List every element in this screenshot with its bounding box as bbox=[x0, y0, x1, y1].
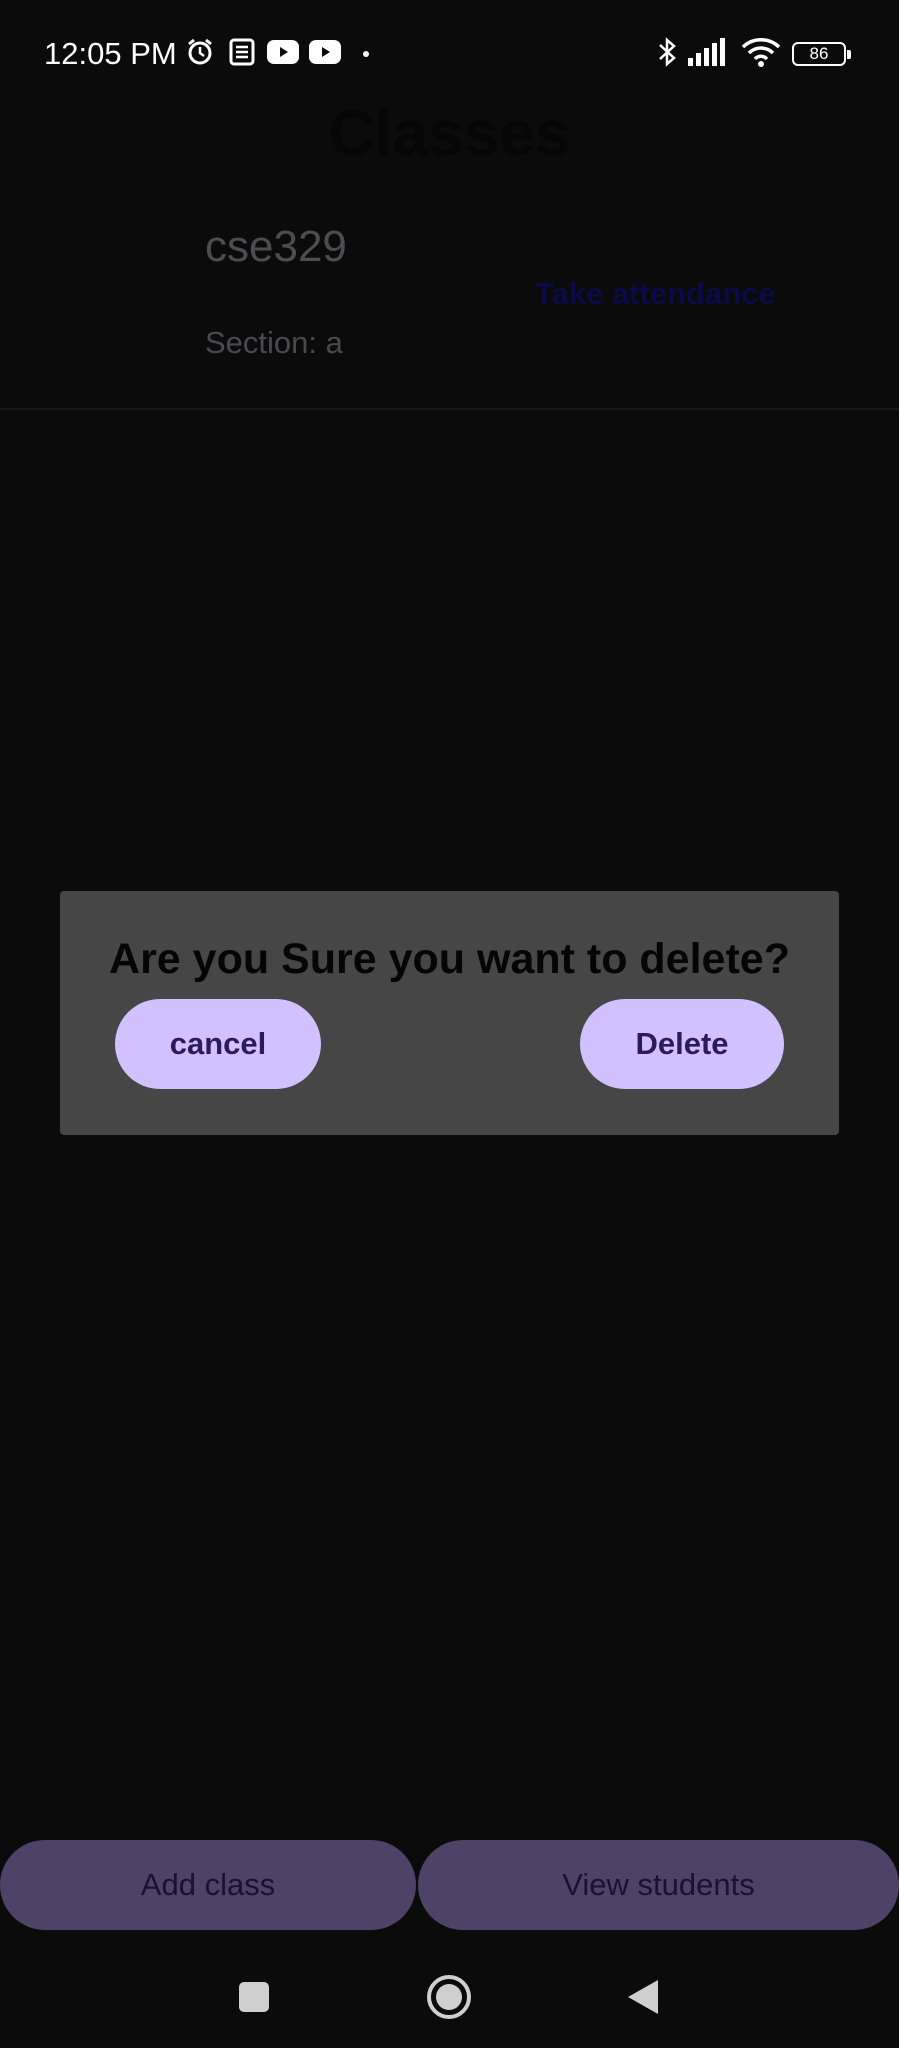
alarm-icon bbox=[184, 36, 216, 68]
navigation-bar bbox=[0, 1946, 899, 2048]
cancel-button[interactable]: cancel bbox=[115, 999, 321, 1089]
news-icon bbox=[228, 36, 256, 68]
wifi-icon bbox=[740, 36, 782, 68]
class-section: Section: a bbox=[205, 325, 343, 360]
recents-icon[interactable] bbox=[194, 1946, 314, 2048]
bluetooth-icon bbox=[655, 36, 679, 68]
battery-level: 86 bbox=[809, 44, 829, 63]
page-title: Classes bbox=[328, 97, 571, 169]
status-time: 12:05 PM bbox=[44, 36, 177, 71]
class-list-item[interactable]: cse329 Section: a Take attendance bbox=[0, 200, 899, 410]
status-bar: 12:05 PM 86 bbox=[0, 0, 899, 108]
delete-button[interactable]: Delete bbox=[580, 999, 784, 1089]
delete-confirm-dialog: Are you Sure you want to delete? cancel … bbox=[60, 891, 839, 1135]
dialog-message: Are you Sure you want to delete? bbox=[109, 935, 790, 983]
back-icon[interactable] bbox=[582, 1946, 702, 2048]
notification-dot bbox=[363, 51, 369, 57]
youtube-icon bbox=[267, 36, 299, 68]
signal-icon bbox=[688, 36, 728, 68]
home-icon[interactable] bbox=[389, 1946, 509, 2048]
add-class-button[interactable]: Add class bbox=[0, 1840, 416, 1930]
battery-icon: 86 bbox=[792, 42, 851, 66]
class-name: cse329 bbox=[205, 222, 347, 271]
take-attendance-button[interactable]: Take attendance bbox=[535, 276, 776, 312]
view-students-button[interactable]: View students bbox=[418, 1840, 899, 1930]
youtube-icon bbox=[309, 36, 341, 68]
